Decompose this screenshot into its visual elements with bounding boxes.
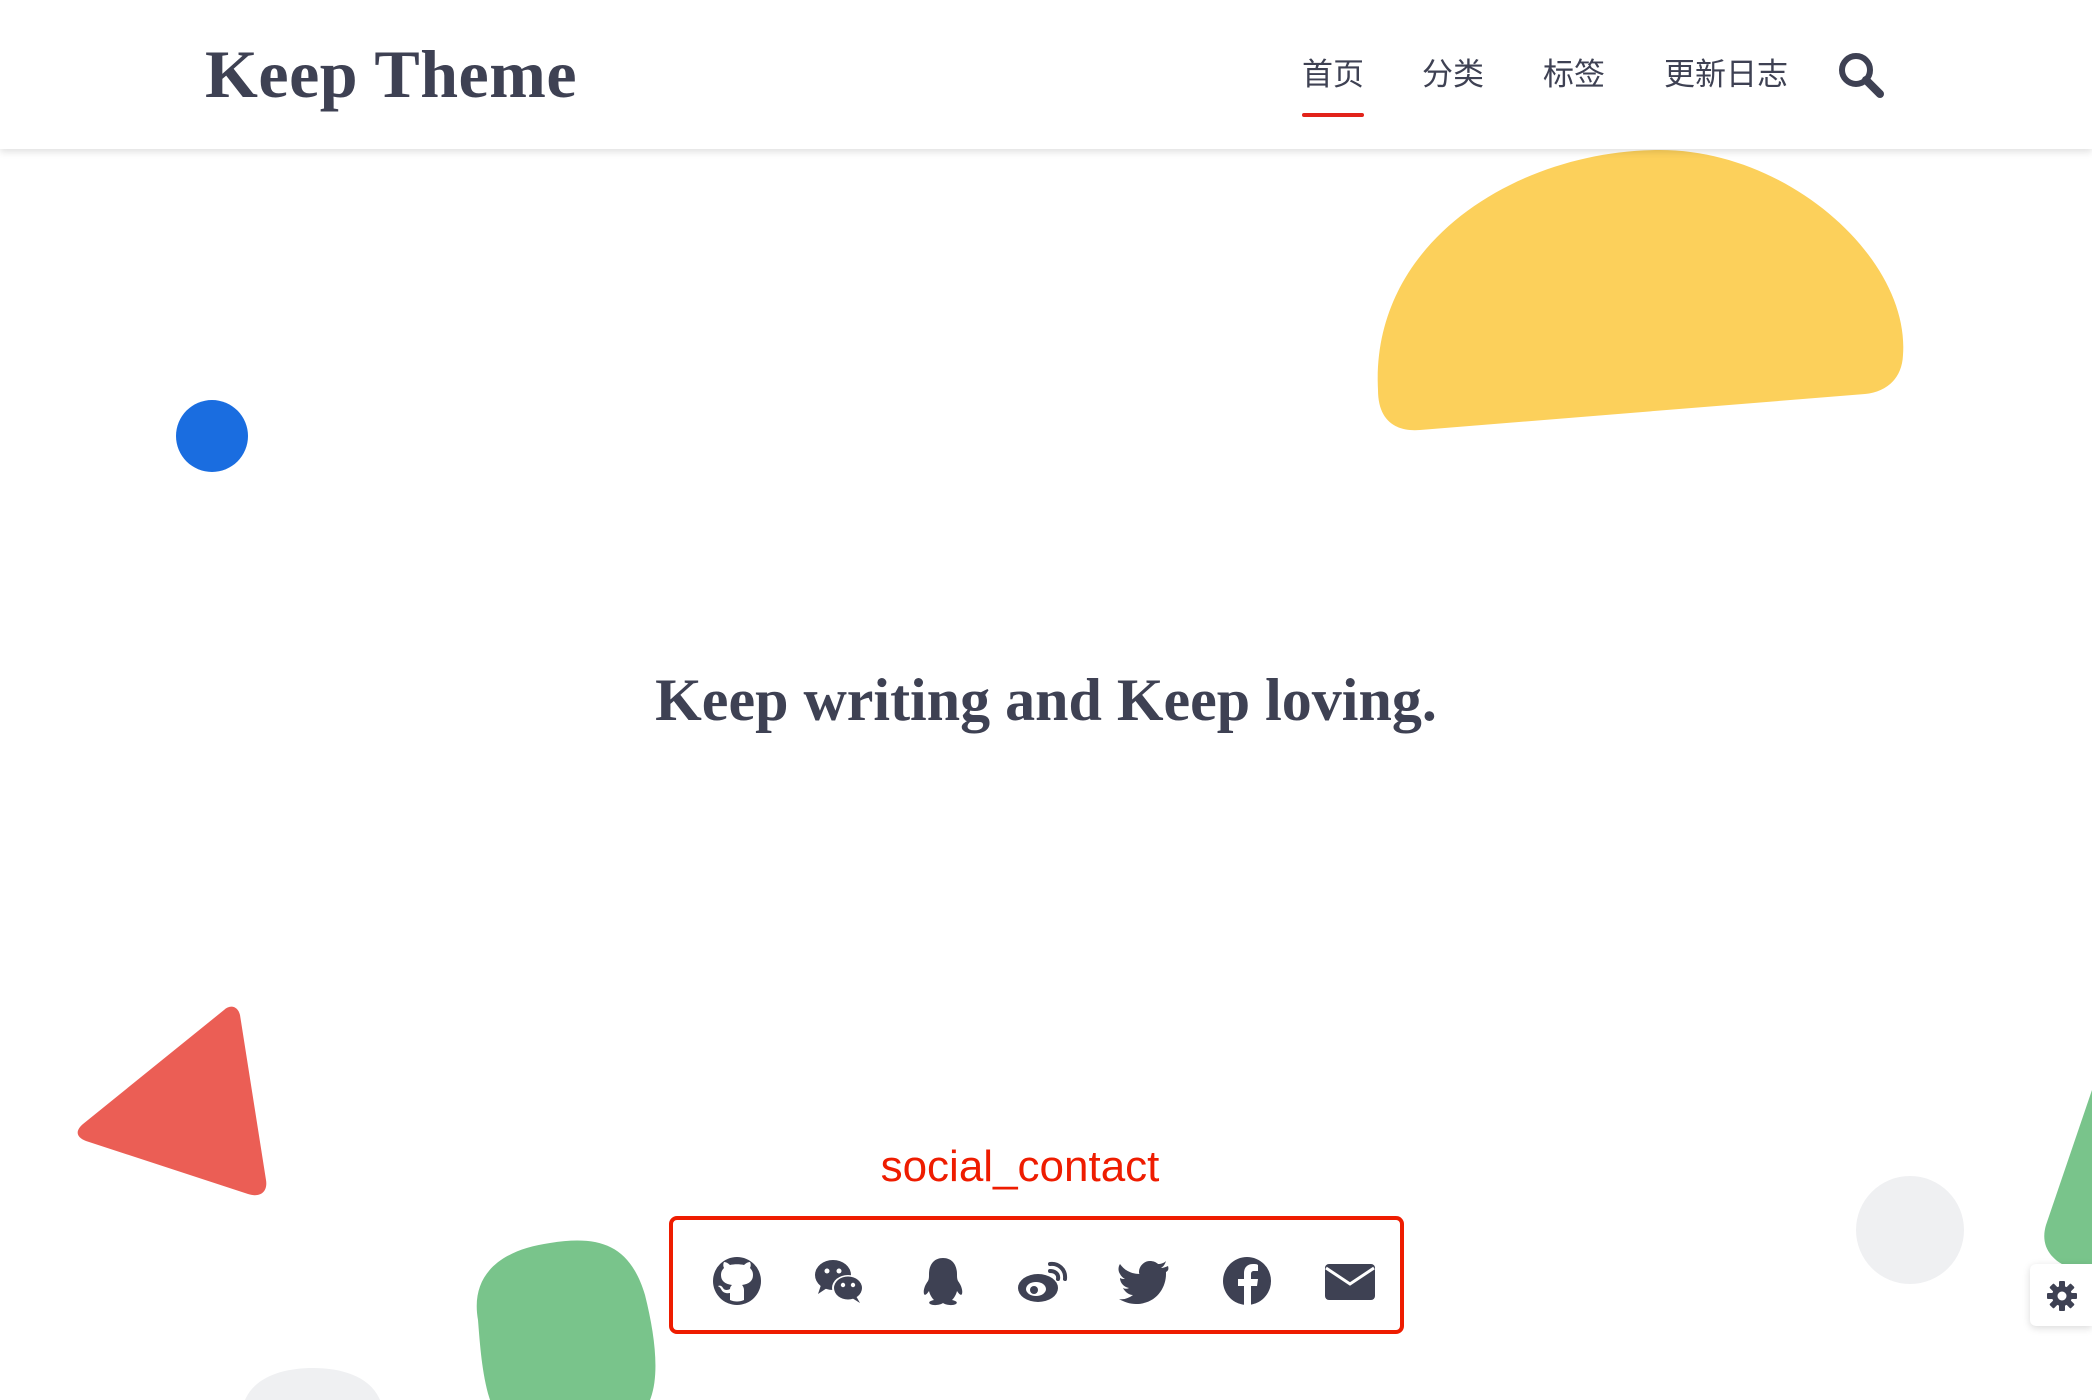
settings-button[interactable] <box>2030 1264 2092 1326</box>
site-header: Keep Theme 首页 分类 标签 更新日志 <box>0 0 2092 149</box>
nav-item-changelog[interactable]: 更新日志 <box>1664 50 1788 100</box>
nav-item-categories[interactable]: 分类 <box>1422 50 1484 100</box>
wechat-icon[interactable] <box>812 1254 866 1308</box>
github-icon[interactable] <box>710 1254 764 1308</box>
green-blob-shape <box>476 1240 656 1400</box>
gear-icon <box>2047 1281 2077 1311</box>
annotation-label: social_contact <box>0 1137 2092 1197</box>
hero-slogan: Keep writing and Keep loving. <box>655 667 1437 733</box>
yellow-half-circle-shape <box>1377 150 1904 431</box>
qq-icon[interactable] <box>916 1254 970 1308</box>
twitter-icon[interactable] <box>1118 1254 1172 1308</box>
facebook-icon[interactable] <box>1220 1254 1274 1308</box>
email-icon[interactable] <box>1323 1254 1377 1308</box>
nav-item-home[interactable]: 首页 <box>1302 50 1364 117</box>
blue-dot-shape <box>176 400 248 472</box>
site-logo[interactable]: Keep Theme <box>205 30 577 118</box>
grey-half-circle-shape <box>245 1368 380 1400</box>
nav-item-tags[interactable]: 标签 <box>1543 50 1605 100</box>
weibo-icon[interactable] <box>1016 1254 1070 1308</box>
search-icon[interactable] <box>1836 50 1886 100</box>
annotation-label-text: social_contact <box>880 1142 1160 1191</box>
